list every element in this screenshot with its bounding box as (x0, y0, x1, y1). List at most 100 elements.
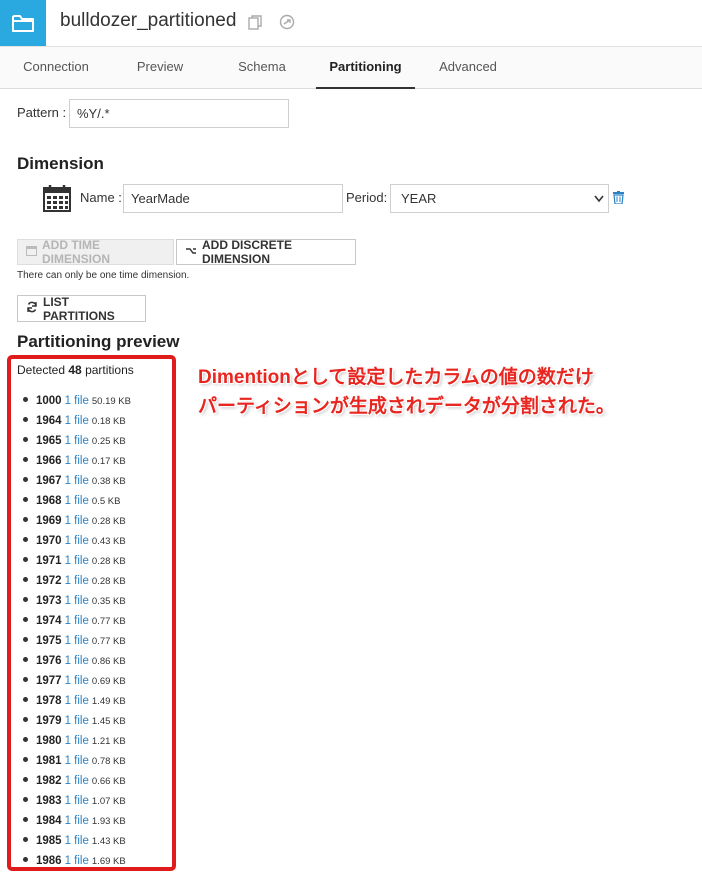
partition-item: 1984 1 file 1.93 KB (23, 811, 131, 831)
partition-item: 1977 1 file 0.69 KB (23, 671, 131, 691)
partition-year: 1966 (36, 455, 62, 467)
partition-year: 1965 (36, 435, 62, 447)
partition-year: 1971 (36, 555, 62, 567)
partition-size: 0.78 KB (91, 756, 126, 767)
copy-icon[interactable] (248, 15, 262, 35)
partition-files-link[interactable]: 1 file (65, 715, 89, 727)
partition-size: 1.69 KB (91, 856, 126, 867)
partition-files-link[interactable]: 1 file (65, 555, 89, 567)
discrete-dimension-icon (185, 246, 197, 259)
tab-advanced[interactable]: Advanced (422, 47, 514, 87)
partition-files-link[interactable]: 1 file (65, 535, 89, 547)
partition-size: 0.5 KB (91, 496, 121, 507)
bullet-icon (23, 857, 28, 863)
refresh-icon (26, 301, 38, 316)
partition-list: 1000 1 file 50.19 KB 1964 1 file 0.18 KB 1965 1… (23, 391, 131, 871)
detected-suffix: partitions (81, 363, 134, 377)
annotation-line-2: パーティションが生成されデータが分割された。 (198, 396, 615, 417)
partition-size: 0.69 KB (91, 676, 126, 687)
partition-files-link[interactable]: 1 file (65, 495, 89, 507)
partition-files-link[interactable]: 1 file (65, 655, 89, 667)
partition-item: 1980 1 file 1.21 KB (23, 731, 131, 751)
partition-size: 0.28 KB (91, 556, 126, 567)
partition-year: 1986 (36, 855, 62, 867)
partition-size: 0.86 KB (91, 656, 126, 667)
partition-size: 1.49 KB (91, 696, 126, 707)
partitioning-preview-heading: Partitioning preview (17, 332, 180, 351)
bullet-icon (23, 797, 28, 803)
partition-files-link[interactable]: 1 file (65, 695, 89, 707)
partition-files-link[interactable]: 1 file (65, 635, 89, 647)
dataset-title: bulldozer_partitioned (60, 10, 237, 31)
partition-files-link[interactable]: 1 file (65, 835, 89, 847)
partition-item: 1970 1 file 0.43 KB (23, 531, 131, 551)
partition-item: 1971 1 file 0.28 KB (23, 551, 131, 571)
bullet-icon (23, 717, 28, 723)
dimension-name-input[interactable]: YearMade (123, 184, 343, 213)
bullet-icon (23, 677, 28, 683)
partition-files-link[interactable]: 1 file (65, 575, 89, 587)
list-partitions-label: LIST PARTITIONS (43, 294, 115, 323)
trash-icon[interactable] (613, 191, 624, 209)
bullet-icon (23, 617, 28, 623)
partition-item: 1979 1 file 1.45 KB (23, 711, 131, 731)
partition-year: 1978 (36, 695, 62, 707)
annotation-line-1: Dimentionとして設定したカラムの値の数だけ (198, 367, 594, 388)
tab-connection[interactable]: Connection (10, 47, 102, 87)
partition-item: 1964 1 file 0.18 KB (23, 411, 131, 431)
partition-files-link[interactable]: 1 file (65, 435, 89, 447)
share-icon[interactable] (279, 14, 295, 35)
bullet-icon (23, 397, 28, 403)
partition-item: 1975 1 file 0.77 KB (23, 631, 131, 651)
period-label: Period: (346, 190, 388, 205)
partition-item: 1974 1 file 0.77 KB (23, 611, 131, 631)
partition-item: 1985 1 file 1.43 KB (23, 831, 131, 851)
add-time-dimension-button[interactable]: ADD TIME DIMENSION (17, 238, 174, 266)
partition-files-link[interactable]: 1 file (65, 455, 89, 467)
partition-files-link[interactable]: 1 file (65, 395, 89, 407)
detected-prefix: Detected (17, 363, 69, 377)
partition-year: 1980 (36, 735, 62, 747)
partition-files-link[interactable]: 1 file (65, 815, 89, 827)
tab-schema[interactable]: Schema (216, 47, 308, 87)
partition-files-link[interactable]: 1 file (65, 675, 89, 687)
partition-files-link[interactable]: 1 file (65, 775, 89, 787)
tab-partitioning[interactable]: Partitioning (316, 47, 415, 89)
partition-files-link[interactable]: 1 file (65, 515, 89, 527)
period-select[interactable]: YEAR (390, 184, 609, 213)
partition-files-link[interactable]: 1 file (65, 615, 89, 627)
bullet-icon (23, 457, 28, 463)
partition-files-link[interactable]: 1 file (65, 755, 89, 767)
bullet-icon (23, 597, 28, 603)
pattern-label: Pattern : (17, 105, 67, 120)
partition-files-link[interactable]: 1 file (65, 855, 89, 867)
partition-item: 1976 1 file 0.86 KB (23, 651, 131, 671)
detected-partitions-summary: Detected 48 partitions (17, 363, 134, 377)
partition-item: 1968 1 file 0.5 KB (23, 491, 131, 511)
partition-files-link[interactable]: 1 file (65, 415, 89, 427)
partition-size: 0.28 KB (91, 516, 126, 527)
partition-size: 0.17 KB (91, 456, 126, 467)
add-discrete-dimension-button[interactable]: ADD DISCRETE DIMENSION (176, 238, 356, 266)
bullet-icon (23, 477, 28, 483)
partition-files-link[interactable]: 1 file (65, 595, 89, 607)
partition-size: 1.21 KB (91, 736, 126, 747)
partition-year: 1979 (36, 715, 62, 727)
bullet-icon (23, 837, 28, 843)
partition-item: 1969 1 file 0.28 KB (23, 511, 131, 531)
partition-files-link[interactable]: 1 file (65, 475, 89, 487)
list-partitions-button[interactable]: LIST PARTITIONS (17, 294, 146, 323)
dimension-heading: Dimension (17, 154, 104, 173)
partition-year: 1983 (36, 795, 62, 807)
tab-preview[interactable]: Preview (114, 47, 206, 87)
period-select-value: YEAR (401, 191, 437, 206)
partition-files-link[interactable]: 1 file (65, 795, 89, 807)
bullet-icon (23, 537, 28, 543)
partition-item: 1982 1 file 0.66 KB (23, 771, 131, 791)
bullet-icon (23, 757, 28, 763)
partition-year: 1964 (36, 415, 62, 427)
partition-files-link[interactable]: 1 file (65, 735, 89, 747)
bullet-icon (23, 777, 28, 783)
bullet-icon (23, 737, 28, 743)
pattern-input[interactable]: %Y/.* (69, 99, 289, 128)
